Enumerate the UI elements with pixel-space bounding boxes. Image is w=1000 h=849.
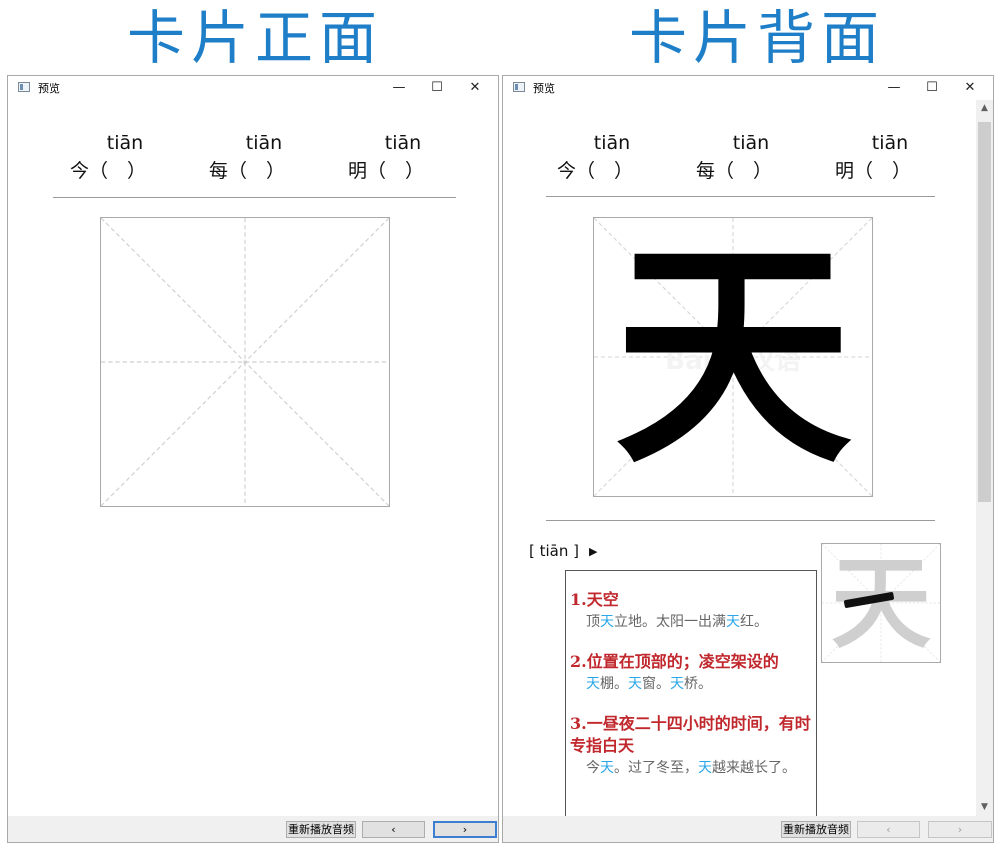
app-icon — [18, 82, 30, 92]
word-blank: 今（ ） — [557, 160, 634, 182]
example-text: 顶 — [586, 614, 600, 630]
front-preview-window: 预览 — ☐ ✕ tiān 今（ ） tiān 每（ ） tiān 明（ ） 重… — [7, 75, 499, 843]
back-preview-window: 预览 — ☐ ✕ tiān 今（ ） tiān 每（ ） tiān 明（ ） B… — [502, 75, 994, 843]
example-text: 桥。 — [684, 676, 712, 692]
window-title: 预览 — [533, 83, 555, 95]
pinyin: tiān — [871, 132, 909, 154]
divider — [546, 196, 935, 197]
titlebar: 预览 — ☐ ✕ — [503, 76, 993, 100]
highlighted-char: 天 — [726, 614, 740, 630]
bottom-toolbar: 重新播放音频 ‹ › — [503, 816, 993, 842]
definition-heading: 1.天空 — [570, 590, 619, 609]
example-text: 今 — [586, 760, 600, 776]
minimize-button[interactable]: — — [380, 76, 418, 100]
highlighted-char: 天 — [600, 614, 614, 630]
replay-audio-button[interactable]: 重新播放音频 — [781, 821, 851, 838]
divider — [546, 520, 935, 521]
highlighted-char: 天 — [600, 760, 614, 776]
character-grid: Baidu汉语 天 — [593, 217, 873, 497]
definition-heading: 2.位置在顶部的；凌空架设的 — [570, 652, 779, 671]
example-text: 。过了冬至， — [614, 760, 698, 776]
app-icon — [513, 82, 525, 92]
example-text: 越来越长了。 — [712, 760, 796, 776]
pinyin: tiān — [593, 132, 631, 154]
titlebar: 预览 — ☐ ✕ — [8, 76, 498, 100]
close-button[interactable]: ✕ — [456, 76, 494, 100]
divider — [53, 197, 456, 198]
definition-example: 今天。过了冬至，天越来越长了。 — [570, 757, 812, 779]
next-button[interactable]: › — [433, 821, 497, 838]
word-blank: 每（ ） — [696, 160, 773, 182]
minimize-button[interactable]: — — [875, 76, 913, 100]
example-text: 窗。 — [642, 676, 670, 692]
word-blank: 明（ ） — [835, 160, 912, 182]
definition-item: 1.天空 顶天立地。太阳一出满天红。 — [570, 589, 812, 633]
maximize-button[interactable]: ☐ — [418, 76, 456, 100]
pinyin: tiān — [245, 132, 283, 154]
card-front-content: tiān 今（ ） tiān 每（ ） tiān 明（ ） — [8, 100, 498, 816]
highlighted-char: 天 — [670, 676, 684, 692]
highlighted-char: 天 — [628, 676, 642, 692]
card-back-content: tiān 今（ ） tiān 每（ ） tiān 明（ ） Baidu汉语 天 … — [503, 100, 976, 816]
scroll-thumb[interactable] — [978, 122, 991, 502]
scroll-up-icon[interactable]: ▲ — [976, 100, 993, 117]
stroke-animation-box: 天 — [821, 543, 941, 663]
front-heading: 卡片正面 — [126, 4, 383, 72]
next-button[interactable]: › — [928, 821, 992, 838]
definition-example: 天棚。天窗。天桥。 — [570, 673, 812, 695]
pinyin: tiān — [106, 132, 144, 154]
vertical-scrollbar[interactable]: ▲ ▼ — [976, 100, 993, 816]
prev-button[interactable]: ‹ — [362, 821, 425, 838]
window-title: 预览 — [38, 83, 60, 95]
example-text: 立地。太阳一出满 — [614, 614, 726, 630]
bottom-toolbar: 重新播放音频 ‹ › — [8, 816, 498, 842]
replay-audio-button[interactable]: 重新播放音频 — [286, 821, 356, 838]
word-blank: 今（ ） — [70, 160, 147, 182]
definition-heading: 3.一昼夜二十四小时的时间，有时专指白天 — [570, 714, 811, 755]
pinyin: tiān — [384, 132, 422, 154]
example-text: 棚。 — [600, 676, 628, 692]
stroke-character: 天 — [831, 545, 931, 662]
play-audio-icon[interactable]: ▶ — [589, 545, 597, 558]
maximize-button[interactable]: ☐ — [913, 76, 951, 100]
close-button[interactable]: ✕ — [951, 76, 989, 100]
writing-grid — [100, 217, 390, 507]
definition-panel: 1.天空 顶天立地。太阳一出满天红。 2.位置在顶部的；凌空架设的 天棚。天窗。… — [565, 570, 817, 816]
highlighted-char: 天 — [698, 760, 712, 776]
prev-button[interactable]: ‹ — [857, 821, 920, 838]
example-text: 红。 — [740, 614, 768, 630]
definition-item: 2.位置在顶部的；凌空架设的 天棚。天窗。天桥。 — [570, 651, 812, 695]
definition-item: 3.一昼夜二十四小时的时间，有时专指白天 今天。过了冬至，天越来越长了。 — [570, 713, 812, 779]
back-heading: 卡片背面 — [628, 4, 885, 72]
big-character: 天 — [614, 219, 852, 496]
highlighted-char: 天 — [586, 676, 600, 692]
word-blank: 明（ ） — [348, 160, 425, 182]
pinyin: tiān — [732, 132, 770, 154]
definition-example: 顶天立地。太阳一出满天红。 — [570, 611, 812, 633]
scroll-down-icon[interactable]: ▼ — [976, 799, 993, 816]
word-blank: 每（ ） — [209, 160, 286, 182]
pronunciation-label: [ tiān ] — [529, 542, 579, 560]
